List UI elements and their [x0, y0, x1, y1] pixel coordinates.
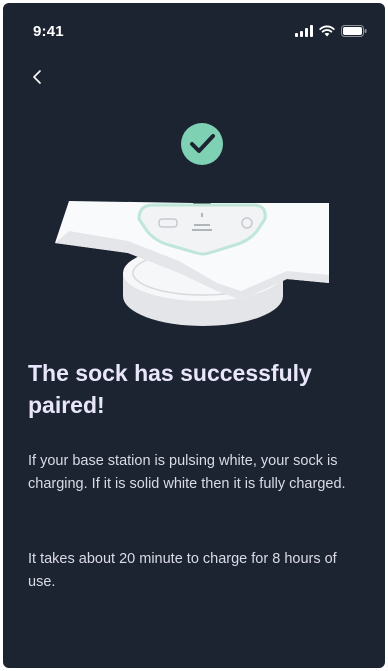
- signal-icon: [295, 25, 313, 37]
- page-title: The sock has successfuly paired!: [28, 360, 312, 418]
- back-button[interactable]: [23, 63, 51, 91]
- status-time: 9:41: [33, 23, 64, 40]
- pairing-success-screen: 9:41 The sock has successfuly paired! If…: [3, 3, 385, 668]
- status-icons: [295, 25, 367, 37]
- chevron-left-icon: [33, 70, 41, 84]
- charging-time-text: It takes about 20 minute to charge for 8…: [28, 551, 337, 590]
- sock-base-station-illustration: [55, 123, 329, 326]
- status-bar: 9:41: [3, 3, 385, 57]
- wifi-icon: [319, 25, 335, 37]
- check-circle-icon: [181, 123, 223, 165]
- charging-status-text: If your base station is pulsing white, y…: [28, 453, 346, 492]
- battery-icon: [341, 25, 367, 37]
